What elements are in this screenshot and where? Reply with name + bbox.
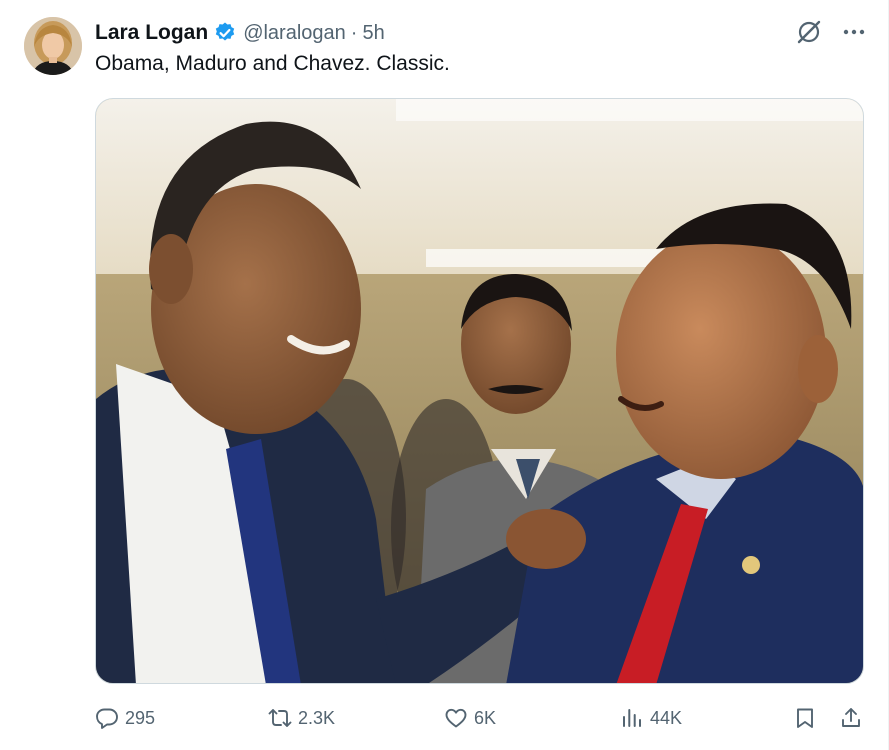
bookmark-button[interactable]: [793, 700, 823, 736]
tweet-timestamp[interactable]: 5h: [362, 22, 384, 45]
tweet-text: Obama, Maduro and Chavez. Classic.: [95, 52, 450, 75]
heart-icon: [445, 708, 467, 728]
more-icon[interactable]: [841, 19, 867, 45]
header-actions: [795, 18, 867, 46]
bookmark-icon: [797, 708, 813, 728]
tweet-action-bar: 295 2.3K 6K 44K: [0, 700, 889, 736]
like-count: 6K: [474, 707, 497, 728]
separator-dot: ·: [350, 21, 358, 44]
tweet-header: Lara Logan @laralogan · 5h: [95, 18, 385, 48]
views-count: 44K: [650, 707, 683, 728]
share-button[interactable]: [839, 700, 869, 736]
analytics-icon: [623, 709, 641, 727]
photo-illustration: [96, 99, 863, 683]
author-handle[interactable]: @laralogan: [243, 22, 346, 45]
reply-button[interactable]: 295: [95, 700, 155, 736]
like-button[interactable]: 6K: [444, 700, 496, 736]
reply-icon: [96, 708, 118, 729]
retweet-icon: [268, 709, 292, 727]
retweet-button[interactable]: 2.3K: [268, 700, 335, 736]
avatar[interactable]: [24, 17, 82, 75]
retweet-count: 2.3K: [298, 707, 336, 728]
avatar-image: [24, 17, 82, 75]
share-icon: [842, 708, 860, 727]
verified-badge-icon: [213, 21, 237, 45]
grok-icon[interactable]: [795, 18, 823, 46]
views-button[interactable]: 44K: [620, 700, 682, 736]
tweet-photo[interactable]: [95, 98, 864, 684]
reply-count: 295: [125, 707, 156, 728]
author-display-name[interactable]: Lara Logan: [95, 21, 208, 45]
